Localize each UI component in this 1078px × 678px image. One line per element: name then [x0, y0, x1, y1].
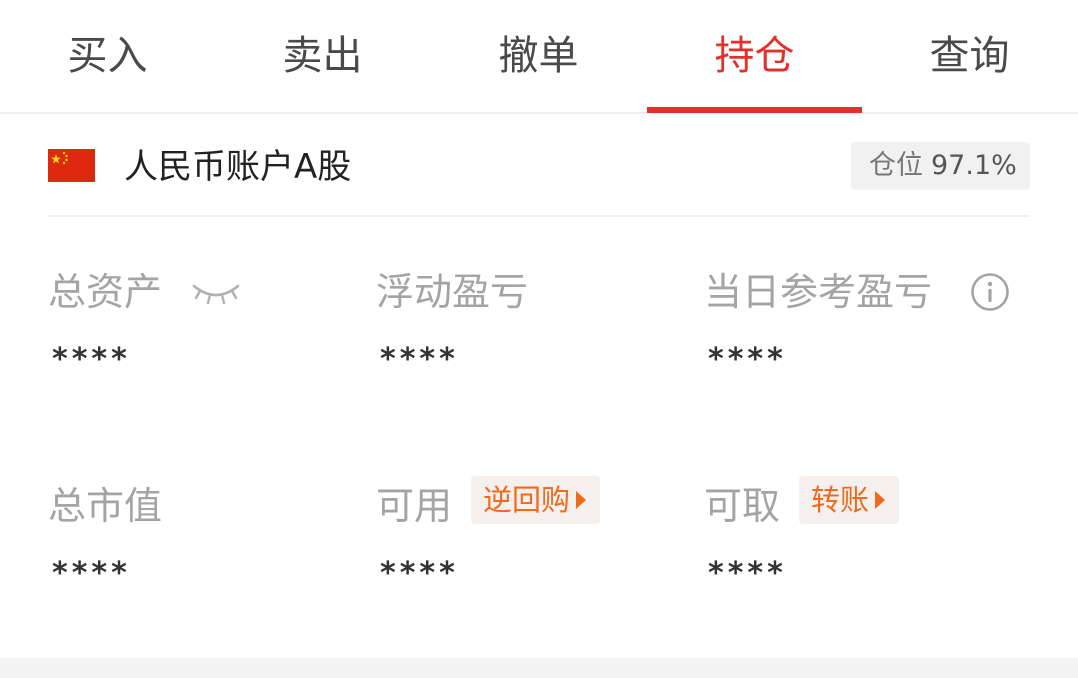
- reverse-repo-button[interactable]: 逆回购: [471, 476, 601, 524]
- eye-closed-icon[interactable]: [190, 278, 242, 306]
- play-arrow-icon: [576, 491, 587, 509]
- tab-sell-label: 卖出: [282, 33, 363, 79]
- transfer-button[interactable]: 转账: [799, 476, 900, 524]
- info-icon[interactable]: [970, 272, 1010, 312]
- floating-pnl-label: 浮动盈亏: [376, 270, 529, 314]
- account-row: 人民币账户A股 仓位 97.1%: [48, 116, 1030, 217]
- tab-query-label: 查询: [929, 33, 1010, 79]
- tab-sell[interactable]: 卖出: [215, 0, 430, 112]
- play-arrow-icon: [875, 491, 886, 509]
- section-divider: [0, 658, 1078, 678]
- trade-tab-bar: 买入 卖出 撤单 持仓 查询: [0, 0, 1078, 114]
- holdings-page: 买入 卖出 撤单 持仓 查询 人民币账户A股 仓位 97.1% 总资产 ****…: [0, 0, 1078, 678]
- daily-pnl-label: 当日参考盈亏: [704, 270, 933, 314]
- total-assets-value: ****: [52, 342, 131, 377]
- china-flag-icon: [48, 149, 95, 182]
- total-assets-label: 总资产: [48, 270, 163, 314]
- market-value-value: ****: [52, 556, 131, 591]
- stat-available: 可用 逆回购 ****: [376, 476, 696, 622]
- reverse-repo-label: 逆回购: [483, 483, 571, 517]
- withdrawable-value: ****: [708, 556, 787, 591]
- tab-buy[interactable]: 买入: [0, 0, 215, 112]
- stat-market-value: 总市值 ****: [48, 482, 368, 622]
- floating-pnl-value: ****: [380, 342, 459, 377]
- market-value-label: 总市值: [48, 484, 163, 528]
- tab-cancel-order[interactable]: 撤单: [431, 0, 646, 112]
- active-tab-indicator: [647, 107, 862, 113]
- withdrawable-label: 可取: [704, 484, 781, 528]
- stat-total-assets: 总资产 ****: [48, 268, 368, 408]
- stat-daily-pnl: 当日参考盈亏 ****: [704, 268, 1024, 408]
- tab-buy-label: 买入: [67, 33, 148, 79]
- position-value: 97.1%: [931, 150, 1017, 181]
- available-value: ****: [380, 556, 459, 591]
- stat-withdrawable: 可取 转账 ****: [704, 476, 1024, 622]
- account-name[interactable]: 人民币账户A股: [124, 146, 351, 188]
- stat-floating-pnl: 浮动盈亏 ****: [376, 268, 696, 408]
- position-ratio-badge: 仓位 97.1%: [851, 142, 1030, 190]
- position-label: 仓位: [869, 150, 923, 181]
- tab-cancel-order-label: 撤单: [498, 33, 579, 79]
- tab-query[interactable]: 查询: [862, 0, 1077, 112]
- tab-holdings[interactable]: 持仓: [647, 0, 862, 113]
- tab-holdings-label: 持仓: [714, 33, 795, 79]
- transfer-label: 转账: [811, 483, 870, 517]
- available-label: 可用: [376, 484, 453, 528]
- daily-pnl-value: ****: [708, 342, 787, 377]
